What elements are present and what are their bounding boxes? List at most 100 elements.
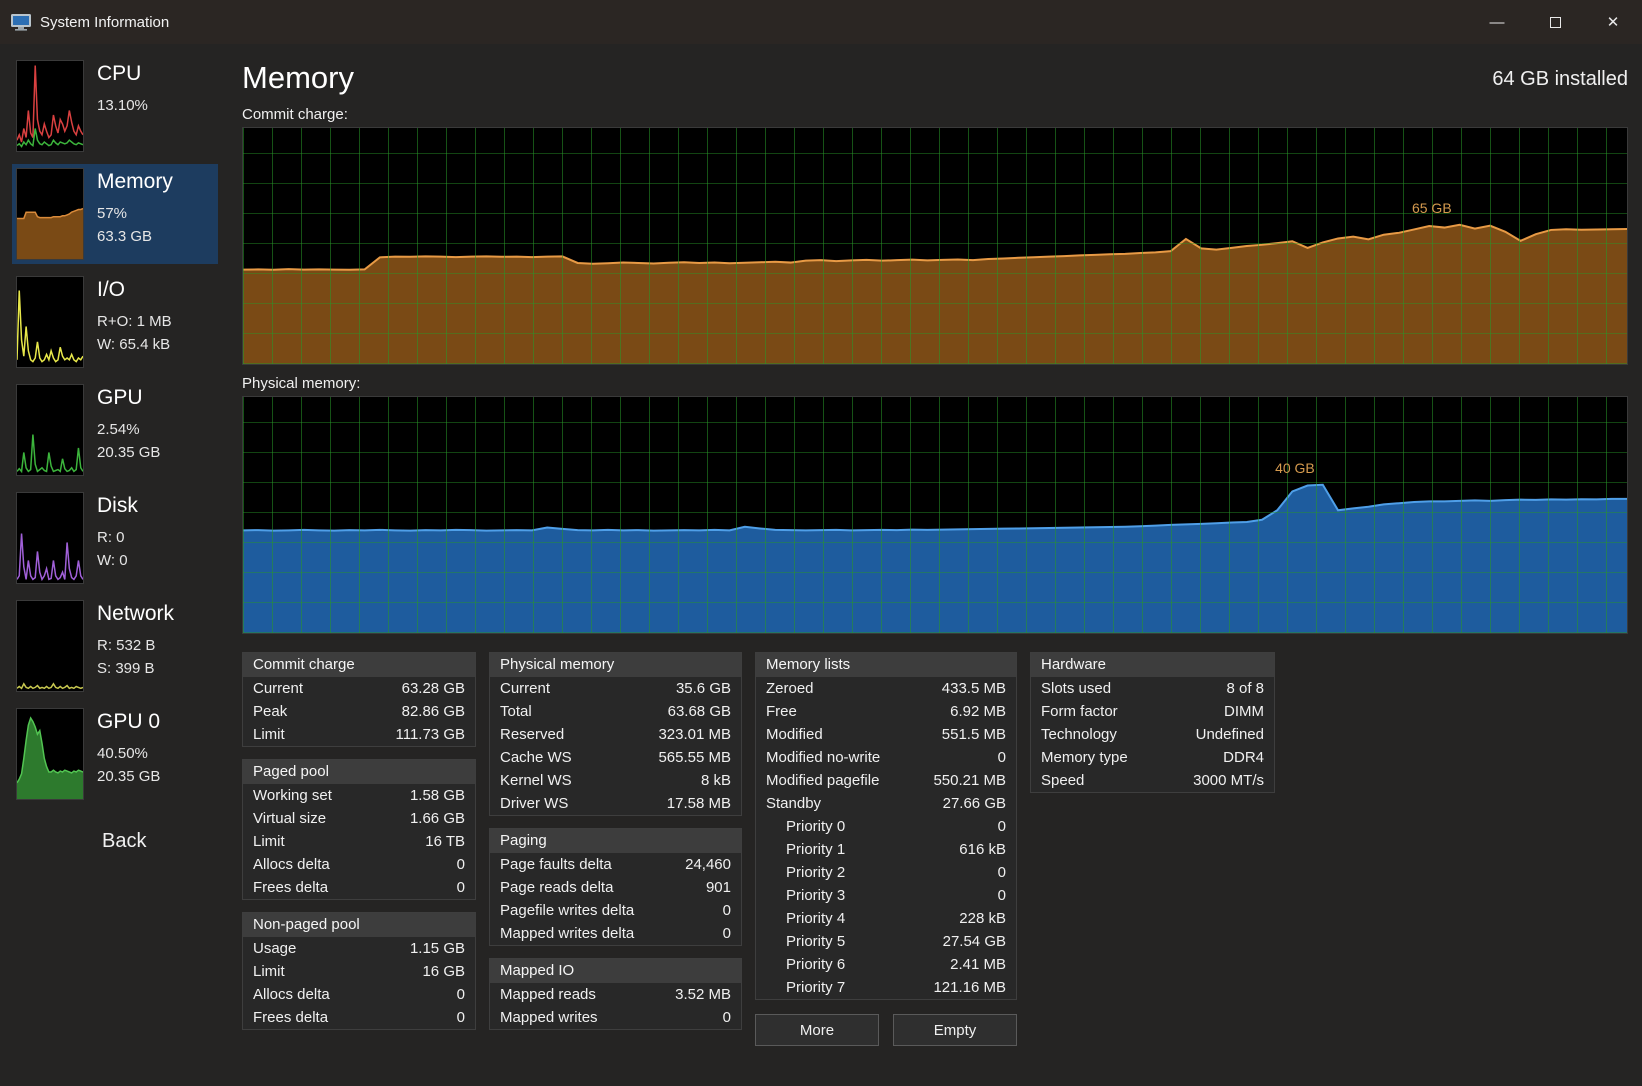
window-content: CPU13.10% Memory57%63.3 GB I/O R+O: 1 MB W: … [0, 44, 1642, 1086]
main-panel: Memory 64 GB installed Commit charge: 65… [226, 44, 1642, 1086]
stat-label: Peak [253, 702, 287, 721]
maximize-button[interactable] [1526, 0, 1584, 44]
stat-row-mapped-writes: Mapped writes0 [490, 1006, 741, 1029]
sidebar-item-label: I/O [97, 278, 172, 302]
stat-value: 228 kB [959, 909, 1006, 928]
stat-label: Pagefile writes delta [500, 901, 634, 920]
sidebar-item-text: GPU 040.50%20.35 GB [97, 708, 160, 800]
stat-row-priority-6: Priority 6 2.41 MB [756, 953, 1016, 976]
stats-column-3: Memory listsZeroed433.5 MB Free 6.92 MB Mod… [755, 652, 1017, 1046]
sidebar-item-text: I/OR+O: 1 MBW: 65.4 kB [97, 276, 172, 368]
stat-row-modified-no-write: Modified no-write0 [756, 746, 1016, 769]
sidebar-item-label: GPU [97, 386, 160, 410]
stat-value: Undefined [1196, 725, 1264, 744]
stat-value: 551.5 MB [942, 725, 1006, 744]
sidebar-item-disk[interactable]: DiskR: 0W: 0 [12, 488, 218, 588]
stat-value: 0 [998, 748, 1006, 767]
stat-row-priority-1: Priority 1616 kB [756, 838, 1016, 861]
stat-label: Modified [766, 725, 823, 744]
stat-row-driver-ws: Driver WS17.58 MB [490, 792, 741, 815]
stat-label: Zeroed [766, 679, 814, 698]
stat-row-modified: Modified 551.5 MB [756, 723, 1016, 746]
sidebar-item-text: DiskR: 0W: 0 [97, 492, 138, 584]
stat-label: Frees delta [253, 1008, 328, 1027]
sidebar-item-memory[interactable]: Memory57%63.3 GB [12, 164, 218, 264]
stat-label: Cache WS [500, 748, 572, 767]
stat-label: Free [766, 702, 797, 721]
stat-row-technology: TechnologyUndefined [1031, 723, 1274, 746]
back-button[interactable]: Back [102, 830, 226, 853]
stat-label: Limit [253, 725, 285, 744]
physical-memory-graph[interactable]: 40 GB [242, 396, 1628, 634]
close-button[interactable]: ✕ [1584, 0, 1642, 44]
stat-value: 121.16 MB [933, 978, 1006, 997]
stat-row-working-set: Working set1.58 GB [243, 784, 475, 807]
empty-button[interactable]: Empty [893, 1014, 1017, 1046]
sidebar-item-gpu0[interactable]: GPU 040.50%20.35 GB [12, 704, 218, 804]
sidebar-item-stat: 13.10% [97, 94, 148, 117]
stat-value: 0 [998, 886, 1006, 905]
sidebar-item-cpu[interactable]: CPU13.10% [12, 56, 218, 156]
commit-charge-graph[interactable]: 65 GB [242, 127, 1628, 365]
physical-chart-label: Physical memory: [242, 375, 1628, 392]
sidebar-item-gpu[interactable]: GPU2.54%20.35 GB [12, 380, 218, 480]
stat-value: 0 [457, 878, 465, 897]
stat-value: 6.92 MB [950, 702, 1006, 721]
stat-row-current: Current63.28 GB [243, 677, 475, 700]
stat-value: 2.41 MB [950, 955, 1006, 974]
stat-row-zeroed: Zeroed433.5 MB [756, 677, 1016, 700]
stat-value: 1.66 GB [410, 809, 465, 828]
section-header: Physical memory [490, 653, 741, 677]
stat-label: Priority 6 [766, 955, 845, 974]
stat-label: Usage [253, 939, 296, 958]
stat-row-kernel-ws: Kernel WS8 kB [490, 769, 741, 792]
stat-value: 0 [457, 1008, 465, 1027]
stat-label: Mapped writes [500, 1008, 598, 1027]
stat-value: 82.86 GB [402, 702, 465, 721]
stat-label: Priority 7 [766, 978, 845, 997]
stat-label: Speed [1041, 771, 1084, 790]
section-header: Memory lists [756, 653, 1016, 677]
stat-row-reserved: Reserved323.01 MB [490, 723, 741, 746]
sidebar-item-stat: W: 0 [97, 549, 138, 572]
stat-label: Limit [253, 832, 285, 851]
sidebar-item-network[interactable]: NetworkR: 532 BS: 399 B [12, 596, 218, 696]
gpu0-mini-graph-icon [16, 708, 84, 800]
stat-row-priority-2: Priority 20 [756, 861, 1016, 884]
stat-row-limit: Limit111.73 GB [243, 723, 475, 746]
section-mapped-io: Mapped IOMapped reads3.52 MBMapped write… [489, 958, 742, 1030]
io-mini-graph-icon [16, 276, 84, 368]
sidebar-item-label: Memory [97, 170, 173, 194]
commit-chart-label: Commit charge: [242, 106, 1628, 123]
stat-label: Kernel WS [500, 771, 572, 790]
stat-value: 16 GB [422, 962, 465, 981]
stat-label: Modified pagefile [766, 771, 879, 790]
section-header: Commit charge [243, 653, 475, 677]
stat-row-cache-ws: Cache WS 565.55 MB [490, 746, 741, 769]
stat-value: 616 kB [959, 840, 1006, 859]
stat-row-frees-delta: Frees delta 0 [243, 1006, 475, 1029]
stat-value: 35.6 GB [676, 679, 731, 698]
sidebar-item-io[interactable]: I/OR+O: 1 MBW: 65.4 kB [12, 272, 218, 372]
section-memory-lists: Memory listsZeroed433.5 MB Free 6.92 MB Mod… [755, 652, 1017, 1000]
sidebar-item-text: CPU13.10% [97, 60, 148, 152]
more-button[interactable]: More [755, 1014, 879, 1046]
stat-row-total: Total63.68 GB [490, 700, 741, 723]
stat-row-form-factor: Form factorDIMM [1031, 700, 1274, 723]
stat-row-priority-5: Priority 527.54 GB [756, 930, 1016, 953]
sidebar: CPU13.10% Memory57%63.3 GB I/O R+O: 1 MB W: … [0, 44, 226, 1086]
stat-value: 27.66 GB [943, 794, 1006, 813]
sidebar-item-stat: R+O: 1 MB [97, 310, 172, 333]
stat-value: 3.52 MB [675, 985, 731, 1004]
system-information-window: System Information — ✕ CPU13.10%Memory57… [0, 0, 1642, 1086]
stat-label: Total [500, 702, 532, 721]
stat-value: 24,460 [685, 855, 731, 874]
stat-row-frees-delta: Frees delta0 [243, 876, 475, 899]
stat-label: Priority 4 [766, 909, 845, 928]
stat-label: Page reads delta [500, 878, 613, 897]
stat-value: 901 [706, 878, 731, 897]
minimize-button[interactable]: — [1468, 0, 1526, 44]
stat-row-priority-0: Priority 00 [756, 815, 1016, 838]
stat-value: 565.55 MB [658, 748, 731, 767]
stat-value: 0 [457, 985, 465, 1004]
